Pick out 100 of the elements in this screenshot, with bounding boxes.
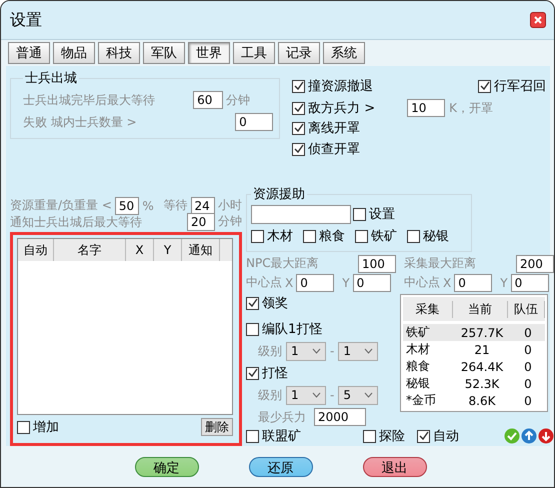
column-header[interactable]: 当前 [453,300,508,318]
unit-label: 分钟 [226,92,250,108]
table-cell-text: 0 [523,394,533,408]
delete-button[interactable]: 删除 [201,418,233,436]
dialog-button[interactable]: 退出 [362,456,426,476]
monster-checkbox[interactable]: 打怪 [246,364,394,382]
field-label: 通知士兵出城后最大等待 [10,214,142,230]
check-icon [480,81,490,91]
level-dropdown[interactable]: 1 [338,342,378,360]
field-label: X [443,276,452,290]
table-cell-text: *金币 [405,392,437,409]
check-icon [294,144,304,154]
field-label: Y [500,276,508,290]
caret-icon [364,392,374,398]
number-field[interactable]: 10 [407,99,446,117]
recall-checkbox[interactable]: 行军召回 [478,77,546,95]
table-cell-text: 木材 [405,341,431,358]
tab[interactable]: 工具 [233,42,275,64]
table-cell-text: 0 [523,360,533,374]
number-field[interactable]: 0 [510,274,549,292]
table-cell-text: 0 [523,342,533,356]
number-field[interactable]: 0 [296,274,334,292]
table-cell-text: 0 [523,376,533,390]
table-cell-text: 264.4K [460,360,504,374]
field-label: 中心点 [404,274,440,291]
reward-checkbox[interactable]: 领奖 [246,294,394,312]
auto-checkbox[interactable]: 自动 [417,427,459,445]
unit-label: 小时 [218,197,242,214]
close-button[interactable] [530,12,546,28]
number-field[interactable]: 24 [190,196,215,214]
alliance-mine-checkbox[interactable]: 联盟矿 [246,427,301,445]
caret-icon [312,348,321,354]
table-cell-text: 8.6K [468,394,496,408]
check-icon [294,81,304,91]
field-label: 级别 [258,342,282,360]
number-field[interactable]: 50 [114,196,140,214]
explore-checkbox[interactable]: 探险 [363,427,405,445]
column-header[interactable]: 队伍 [508,300,545,318]
group-title: 士兵出城 [24,70,78,87]
setting-checkbox[interactable]: 设置 [353,205,395,223]
tab[interactable]: 普通 [8,42,50,64]
field-label: NPC最大距离 [246,255,319,272]
field-label: 等待 [164,197,188,214]
tab[interactable]: 记录 [278,42,320,64]
column-header[interactable]: 通知 [182,239,220,261]
unit-label: 分钟 [218,213,242,230]
add-checkbox[interactable]: 增加 [17,418,59,436]
check-icon [418,431,428,441]
number-field[interactable]: 0 [454,274,492,292]
list-view[interactable]: 自动 名字 X Y 通知 [17,238,233,415]
table-cell-text: 52.3K [464,376,500,390]
field-label: 士兵出城完毕后最大等待 [23,92,155,108]
level-dropdown[interactable]: 5 [338,386,378,404]
offline-shield-checkbox[interactable]: 离线开罩 [292,119,546,137]
field-label: 级别 [258,386,282,404]
enemy-power-checkbox[interactable]: 敌方兵力 > [292,99,376,117]
dialog-button[interactable]: 确定 [134,456,198,476]
table-cell-text: 粮食 [405,358,431,375]
tab[interactable]: 军队 [143,42,185,64]
caret-icon [364,348,374,354]
level-dropdown[interactable]: 1 [286,342,326,360]
tab[interactable]: 科技 [98,42,140,64]
window-title: 设置 [10,10,42,30]
retreat-checkbox[interactable]: 撞资源撤退 [292,77,374,95]
column-header[interactable]: 采集 [403,300,453,318]
table-cell-text: 21 [473,342,491,356]
scout-shield-checkbox[interactable]: 侦查开罩 [292,140,546,158]
resource-checkbox[interactable]: 铁矿 [355,227,397,245]
caret-icon [312,392,321,398]
column-header[interactable]: 名字 [54,239,126,261]
column-header[interactable]: Y [154,239,182,261]
number-field[interactable]: 100 [358,254,396,272]
resource-checkbox[interactable]: 粮食 [303,227,345,245]
number-field[interactable]: 2000 [314,408,366,426]
number-field[interactable]: 200 [516,254,554,272]
team-monster-checkbox[interactable]: 编队1打怪 [246,320,394,338]
confirm-icon[interactable] [504,428,520,444]
tab[interactable]: 物品 [53,42,95,64]
number-field[interactable]: 20 [187,213,215,231]
number-field[interactable]: 60 [193,91,224,109]
check-icon [248,368,258,378]
field-label: 最少兵力 [258,408,306,426]
range-dash: - [330,344,334,358]
level-dropdown[interactable]: 1 [286,386,326,404]
text-field[interactable] [251,204,351,224]
number-field[interactable]: 0 [352,274,391,292]
resource-checkbox[interactable]: 秘银 [407,227,449,245]
tab[interactable]: 系统 [323,42,365,64]
tab[interactable]: 世界 [188,42,230,64]
column-header[interactable]: X [126,239,154,261]
unit-label: % [142,198,154,212]
column-header[interactable]: 自动 [18,239,54,261]
dialog-button[interactable]: 还原 [248,456,312,476]
field-label: Y [342,276,350,290]
check-icon [294,123,304,133]
field-label: 失败 城内士兵数量 > [23,114,137,130]
resource-checkbox[interactable]: 木材 [251,227,293,245]
number-field[interactable]: 0 [235,113,274,131]
group-title: 资源援助 [252,186,306,203]
field-label: 采集最大距离 [404,255,476,272]
